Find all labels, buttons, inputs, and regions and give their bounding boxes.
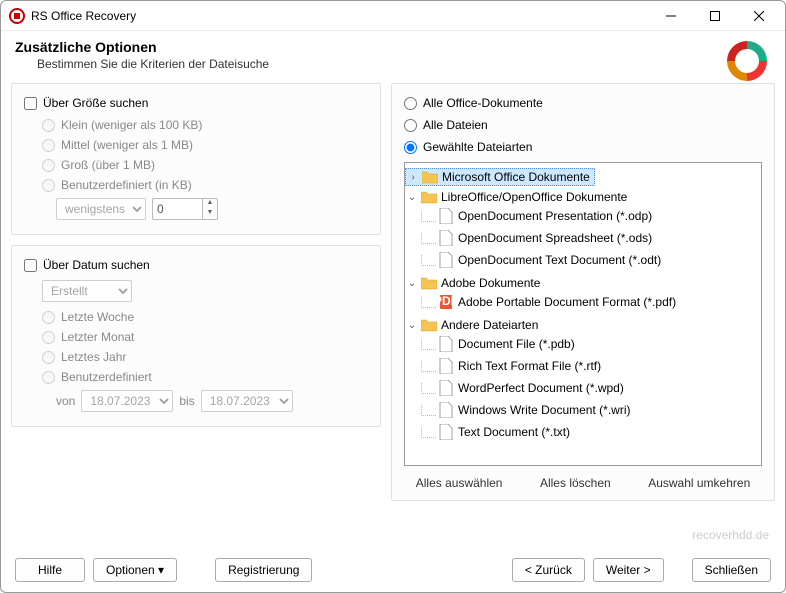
wizard-footer: Hilfe Optionen ▾ Registrierung < Zurück …: [1, 548, 785, 592]
maximize-button[interactable]: [693, 2, 737, 30]
page-title: Zusätzliche Optionen: [15, 39, 771, 55]
next-button[interactable]: Weiter >: [593, 558, 664, 582]
date-from-label: von: [56, 394, 75, 408]
date-week-label: Letzte Woche: [61, 310, 134, 324]
date-to-input[interactable]: 18.07.2023: [201, 390, 293, 412]
size-search-panel: Über Größe suchen Klein (weniger als 100…: [11, 83, 381, 235]
filetype-tree[interactable]: ›Microsoft Office Dokumente ⌄LibreOffice…: [404, 162, 762, 466]
file-icon: [438, 336, 454, 352]
tree-node-other[interactable]: ⌄Andere Dateiarten: [405, 316, 542, 334]
page-subtitle: Bestimmen Sie die Kriterien der Dateisuc…: [37, 57, 771, 71]
tree-node-libreoffice[interactable]: ⌄LibreOffice/OpenOffice Dokumente: [405, 188, 631, 206]
tree-node-msoffice[interactable]: ›Microsoft Office Dokumente: [405, 168, 595, 186]
tree-leaf-pdb[interactable]: Document File (*.pdb): [436, 335, 579, 353]
product-logo-icon: [723, 37, 771, 85]
folder-icon: [421, 275, 437, 291]
invert-selection-button[interactable]: Auswahl umkehren: [648, 476, 750, 490]
file-icon: [438, 252, 454, 268]
tree-leaf-wpd[interactable]: WordPerfect Document (*.wpd): [436, 379, 628, 397]
svg-text:PDF: PDF: [439, 294, 453, 308]
all-files-radio[interactable]: [404, 119, 417, 132]
window-title: RS Office Recovery: [31, 9, 649, 23]
all-office-radio[interactable]: [404, 97, 417, 110]
file-icon: [438, 358, 454, 374]
spin-up-icon[interactable]: ▲: [203, 199, 217, 209]
size-medium-radio[interactable]: [42, 139, 55, 152]
collapse-icon[interactable]: ⌄: [405, 192, 419, 203]
size-small-radio[interactable]: [42, 119, 55, 132]
tree-leaf-ods[interactable]: OpenDocument Spreadsheet (*.ods): [436, 229, 656, 247]
size-value-input[interactable]: [152, 198, 202, 220]
folder-icon: [421, 317, 437, 333]
file-icon: [438, 402, 454, 418]
date-custom-label: Benutzerdefiniert: [61, 370, 152, 384]
tree-leaf-txt[interactable]: Text Document (*.txt): [436, 423, 574, 441]
search-by-date-label: Über Datum suchen: [43, 258, 150, 272]
titlebar: RS Office Recovery: [1, 1, 785, 31]
folder-icon: [421, 189, 437, 205]
collapse-icon[interactable]: ⌄: [405, 278, 419, 289]
search-by-size-label: Über Größe suchen: [43, 96, 148, 110]
date-search-panel: Über Datum suchen Erstellt Letzte Woche …: [11, 245, 381, 427]
tree-leaf-rtf[interactable]: Rich Text Format File (*.rtf): [436, 357, 605, 375]
search-by-date-checkbox[interactable]: [24, 259, 37, 272]
collapse-icon[interactable]: ⌄: [405, 320, 419, 331]
pdf-icon: PDF: [438, 294, 454, 310]
all-office-label: Alle Office-Dokumente: [423, 96, 543, 110]
tree-leaf-odt[interactable]: OpenDocument Text Document (*.odt): [436, 251, 665, 269]
minimize-button[interactable]: [649, 2, 693, 30]
date-to-label: bis: [179, 394, 194, 408]
folder-icon: [422, 169, 438, 185]
register-button[interactable]: Registrierung: [215, 558, 312, 582]
spin-down-icon[interactable]: ▼: [203, 209, 217, 219]
file-icon: [438, 424, 454, 440]
date-month-label: Letzter Monat: [61, 330, 134, 344]
size-small-label: Klein (weniger als 100 KB): [61, 118, 202, 132]
date-from-input[interactable]: 18.07.2023: [81, 390, 173, 412]
clear-all-button[interactable]: Alles löschen: [540, 476, 611, 490]
date-year-label: Letztes Jahr: [61, 350, 126, 364]
watermark: recoverhdd.de: [692, 528, 769, 542]
app-icon: [9, 8, 25, 24]
size-custom-radio[interactable]: [42, 179, 55, 192]
selected-types-label: Gewählte Dateiarten: [423, 140, 532, 154]
back-button[interactable]: < Zurück: [512, 558, 585, 582]
size-comparator-select[interactable]: wenigstens: [56, 198, 146, 220]
selected-types-radio[interactable]: [404, 141, 417, 154]
date-week-radio[interactable]: [42, 311, 55, 324]
date-month-radio[interactable]: [42, 331, 55, 344]
tree-leaf-odp[interactable]: OpenDocument Presentation (*.odp): [436, 207, 656, 225]
wizard-header: Zusätzliche Optionen Bestimmen Sie die K…: [1, 31, 785, 83]
tree-leaf-pdf[interactable]: PDFAdobe Portable Document Format (*.pdf…: [436, 293, 680, 311]
close-button[interactable]: [737, 2, 781, 30]
file-icon: [438, 380, 454, 396]
tree-leaf-wri[interactable]: Windows Write Document (*.wri): [436, 401, 634, 419]
size-custom-label: Benutzerdefiniert (in KB): [61, 178, 192, 192]
date-year-radio[interactable]: [42, 351, 55, 364]
select-all-button[interactable]: Alles auswählen: [416, 476, 503, 490]
date-type-select[interactable]: Erstellt: [42, 280, 132, 302]
expand-icon[interactable]: ›: [406, 172, 420, 183]
close-wizard-button[interactable]: Schließen: [692, 558, 771, 582]
file-icon: [438, 208, 454, 224]
size-medium-label: Mittel (weniger als 1 MB): [61, 138, 193, 152]
file-icon: [438, 230, 454, 246]
tree-node-adobe[interactable]: ⌄Adobe Dokumente: [405, 274, 544, 292]
size-large-radio[interactable]: [42, 159, 55, 172]
date-custom-radio[interactable]: [42, 371, 55, 384]
help-button[interactable]: Hilfe: [15, 558, 85, 582]
size-large-label: Groß (über 1 MB): [61, 158, 155, 172]
options-button[interactable]: Optionen ▾: [93, 558, 177, 582]
all-files-label: Alle Dateien: [423, 118, 488, 132]
filetype-panel: Alle Office-Dokumente Alle Dateien Gewäh…: [391, 83, 775, 501]
search-by-size-checkbox[interactable]: [24, 97, 37, 110]
